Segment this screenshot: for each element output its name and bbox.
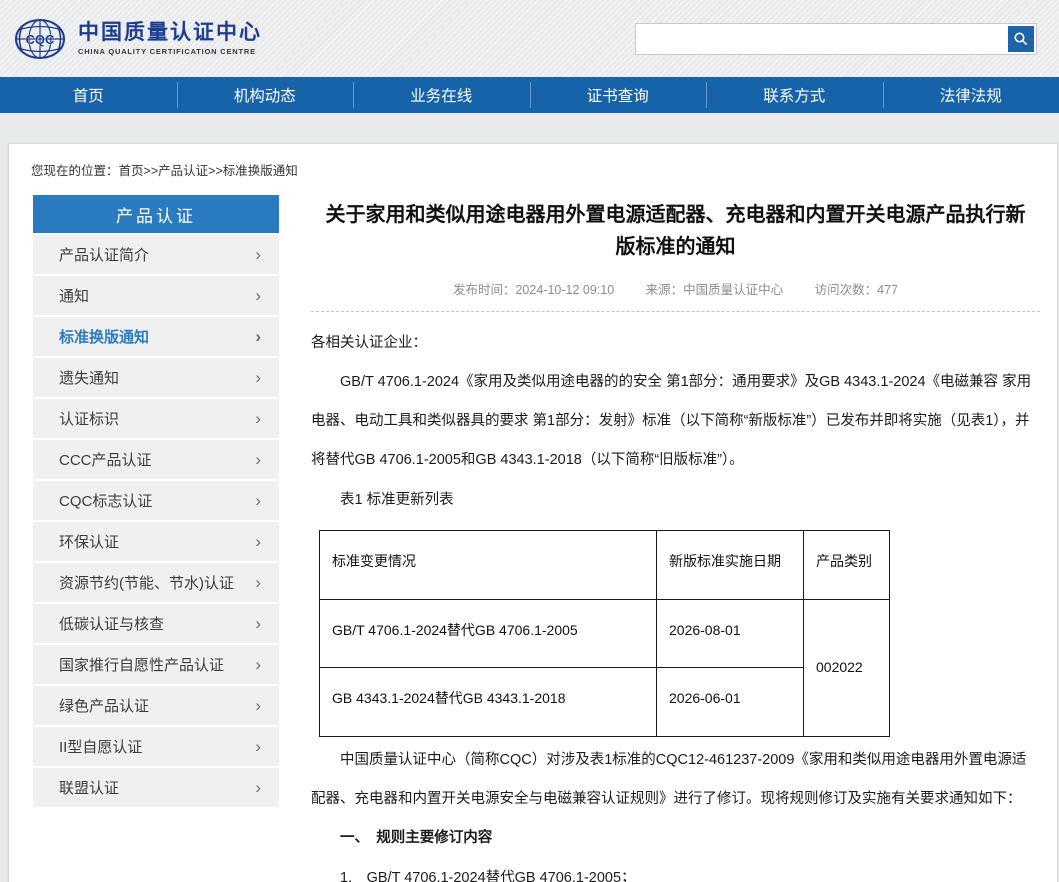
sidebar-item-ccc[interactable]: CCC产品认证 › <box>33 440 279 479</box>
cell-category: 002022 <box>804 599 890 737</box>
chevron-right-icon: › <box>255 287 261 304</box>
sidebar-item-label: 遗失通知 <box>59 367 119 388</box>
article-title: 关于家用和类似用途电器用外置电源适配器、充电器和内置开关电源产品执行新版标准的通… <box>326 199 1026 263</box>
sidebar-title: 产品认证 <box>33 195 279 233</box>
logo-title: 中国质量认证中心 <box>78 21 262 45</box>
sidebar-item-loss-notice[interactable]: 遗失通知 › <box>33 358 279 397</box>
breadcrumb: 您现在的位置：首页>>产品认证>>标准换版通知 <box>9 158 1057 179</box>
chevron-right-icon: › <box>255 574 261 591</box>
chevron-right-icon: › <box>255 779 261 796</box>
sidebar-item-green-product[interactable]: 绿色产品认证 › <box>33 686 279 725</box>
sidebar-item-cert-mark[interactable]: 认证标识 › <box>33 399 279 438</box>
sidebar-item-national-voluntary[interactable]: 国家推行自愿性产品认证 › <box>33 645 279 684</box>
chevron-right-icon: › <box>255 451 261 468</box>
revision-paragraph: 中国质量认证中心（简称CQC）对涉及表1标准的CQC12-461237-2009… <box>311 741 1040 819</box>
article-source: 来源：中国质量认证中心 <box>646 283 784 297</box>
chevron-right-icon: › <box>255 369 261 386</box>
header-cell-date: 新版标准实施日期 <box>657 530 804 599</box>
article: 关于家用和类似用途电器用外置电源适配器、充电器和内置开关电源产品执行新版标准的通… <box>311 195 1040 882</box>
intro-paragraph: GB/T 4706.1-2024《家用及类似用途电器的的安全 第1部分：通用要求… <box>311 363 1040 480</box>
cqc-globe-icon: CQC <box>12 15 68 63</box>
sidebar-item-type2-voluntary[interactable]: II型自愿认证 › <box>33 727 279 766</box>
header-cell-change: 标准变更情况 <box>320 530 657 599</box>
sidebar-item-label: 绿色产品认证 <box>59 695 149 716</box>
breadcrumb-label: 您现在的位置： <box>31 164 119 178</box>
salutation: 各相关认证企业： <box>311 324 1040 363</box>
cell-date-2: 2026-06-01 <box>657 668 804 737</box>
nav-item-home[interactable]: 首页 <box>0 77 177 113</box>
sidebar-item-label: 认证标识 <box>59 408 119 429</box>
sidebar-item-intro[interactable]: 产品认证简介 › <box>33 235 279 274</box>
sidebar-item-label: 资源节约(节能、节水)认证 <box>59 572 234 593</box>
main-nav: 首页 机构动态 业务在线 证书查询 联系方式 法律法规 <box>0 77 1059 113</box>
section-heading-1: 一、 规则主要修订内容 <box>311 819 1040 858</box>
table-header-row: 标准变更情况 新版标准实施日期 产品类别 <box>320 530 890 599</box>
sidebar-item-label: 通知 <box>59 285 89 306</box>
breadcrumb-category-link[interactable]: 产品认证 <box>158 164 208 178</box>
content-panel: 您现在的位置：首页>>产品认证>>标准换版通知 产品认证 产品认证简介 › 通知… <box>8 143 1058 882</box>
article-body: 各相关认证企业： GB/T 4706.1-2024《家用及类似用途电器的的安全 … <box>311 324 1040 882</box>
chevron-right-icon: › <box>255 738 261 755</box>
sidebar-item-label: 环保认证 <box>59 531 119 552</box>
sidebar-item-standard-update-notice[interactable]: 标准换版通知 › <box>33 317 279 356</box>
sidebar-item-alliance[interactable]: 联盟认证 › <box>33 768 279 807</box>
nav-item-online[interactable]: 业务在线 <box>353 77 530 113</box>
sidebar-item-label: 联盟认证 <box>59 777 119 798</box>
chevron-right-icon: › <box>255 410 261 427</box>
sidebar-item-resource-saving[interactable]: 资源节约(节能、节水)认证 › <box>33 563 279 602</box>
breadcrumb-separator: >> <box>208 164 223 178</box>
search-box <box>635 23 1037 55</box>
sidebar-item-label: 产品认证简介 <box>59 244 149 265</box>
sidebar-item-notice[interactable]: 通知 › <box>33 276 279 315</box>
cell-change-2: GB 4343.1-2024替代GB 4343.1-2018 <box>320 668 657 737</box>
search-input[interactable] <box>635 23 1037 55</box>
article-meta: 发布时间：2024-10-12 09:10 来源：中国质量认证中心 访问次数：4… <box>311 279 1040 312</box>
search-icon <box>1013 31 1029 47</box>
sidebar-item-cqc-mark[interactable]: CQC标志认证 › <box>33 481 279 520</box>
cell-date-1: 2026-08-01 <box>657 599 804 668</box>
standard-update-table: 标准变更情况 新版标准实施日期 产品类别 GB/T 4706.1-2024替代G… <box>319 530 890 737</box>
chevron-right-icon: › <box>255 656 261 673</box>
chevron-right-icon: › <box>255 328 261 345</box>
nav-item-contact[interactable]: 联系方式 <box>706 77 883 113</box>
header-cell-category: 产品类别 <box>804 530 890 599</box>
breadcrumb-home-link[interactable]: 首页 <box>119 164 144 178</box>
sidebar-item-environment[interactable]: 环保认证 › <box>33 522 279 561</box>
breadcrumb-current-page: 标准换版通知 <box>223 164 298 178</box>
nav-item-news[interactable]: 机构动态 <box>177 77 354 113</box>
page-background: 您现在的位置：首页>>产品认证>>标准换版通知 产品认证 产品认证简介 › 通知… <box>0 113 1059 882</box>
chevron-right-icon: › <box>255 246 261 263</box>
cqc-logo[interactable]: CQC 中国质量认证中心 CHINA QUALITY CERTIFICATION… <box>12 15 262 63</box>
sidebar-item-label: 低碳认证与核查 <box>59 613 164 634</box>
sidebar-item-label: 国家推行自愿性产品认证 <box>59 654 224 675</box>
sidebar-item-label: II型自愿认证 <box>59 736 142 757</box>
sidebar: 产品认证 产品认证简介 › 通知 › 标准换版通知 › 遗失通知 › <box>33 195 279 807</box>
table-caption: 表1 标准更新列表 <box>311 481 1040 520</box>
publish-time: 发布时间：2024-10-12 09:10 <box>453 283 614 297</box>
site-header-strip: CQC 中国质量认证中心 CHINA QUALITY CERTIFICATION… <box>0 0 1059 113</box>
chevron-right-icon: › <box>255 533 261 550</box>
logo-text: 中国质量认证中心 CHINA QUALITY CERTIFICATION CEN… <box>78 21 262 56</box>
sidebar-item-label: CQC标志认证 <box>59 490 152 511</box>
sidebar-item-label: CCC产品认证 <box>59 449 152 470</box>
site-header: CQC 中国质量认证中心 CHINA QUALITY CERTIFICATION… <box>0 0 1059 77</box>
list-item-1: 1. GB/T 4706.1-2024替代GB 4706.1-2005； <box>311 859 1040 882</box>
cell-change-1: GB/T 4706.1-2024替代GB 4706.1-2005 <box>320 599 657 668</box>
visit-count: 访问次数：477 <box>815 283 898 297</box>
chevron-right-icon: › <box>255 492 261 509</box>
chevron-right-icon: › <box>255 615 261 632</box>
sidebar-item-label: 标准换版通知 <box>59 326 149 347</box>
logo-subtitle: CHINA QUALITY CERTIFICATION CENTRE <box>78 47 262 56</box>
breadcrumb-separator: >> <box>144 164 159 178</box>
search-button[interactable] <box>1008 26 1034 52</box>
chevron-right-icon: › <box>255 697 261 714</box>
nav-item-cert-query[interactable]: 证书查询 <box>530 77 707 113</box>
sidebar-item-low-carbon[interactable]: 低碳认证与核查 › <box>33 604 279 643</box>
table-row: GB/T 4706.1-2024替代GB 4706.1-2005 2026-08… <box>320 599 890 668</box>
nav-item-laws[interactable]: 法律法规 <box>883 77 1059 113</box>
svg-text:CQC: CQC <box>26 32 56 47</box>
